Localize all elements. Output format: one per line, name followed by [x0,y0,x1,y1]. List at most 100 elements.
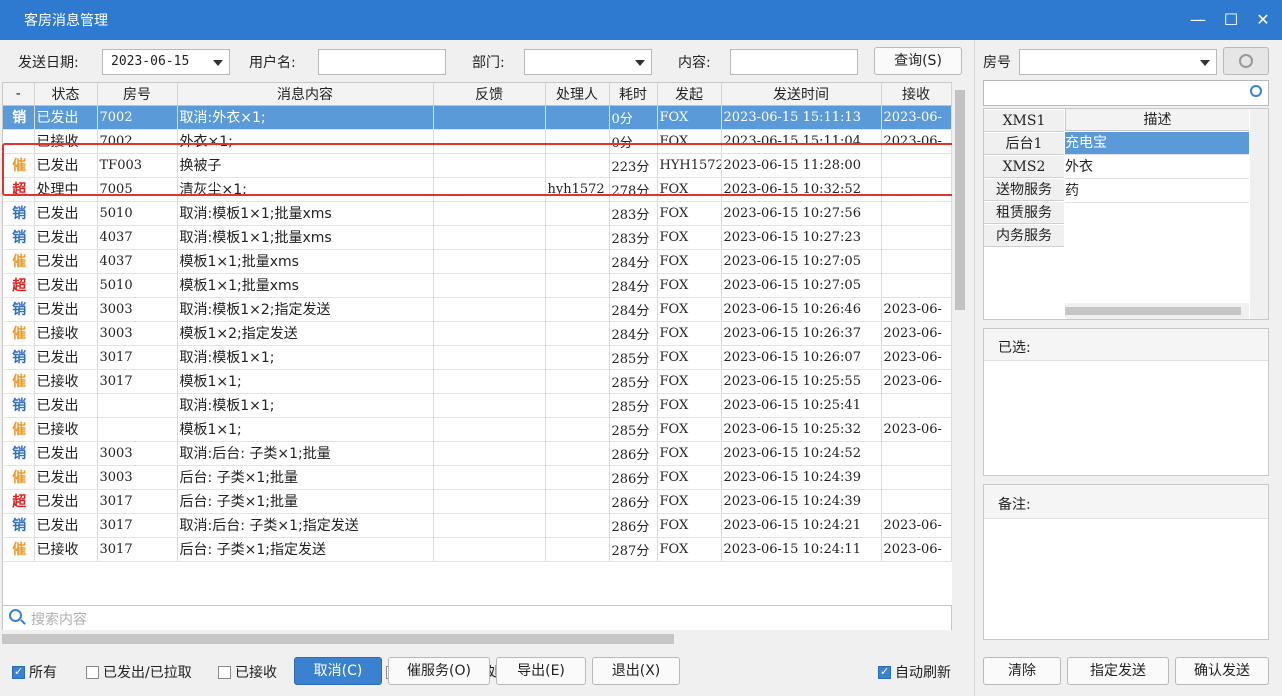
cell-handler [545,513,610,538]
dept-select[interactable] [524,49,652,75]
vertical-scrollbar[interactable] [952,82,968,630]
type-badge: 催 [3,369,35,394]
col-header[interactable]: 发起 [657,83,722,106]
cell-from: FOX [657,441,722,466]
remark-panel[interactable]: 备注: [983,484,1269,640]
cell-recv [881,177,952,202]
table-row[interactable]: 销已发出 3017 取消:模板1×1; 285分 FOX 2023-06-15 10:26… [3,345,952,370]
date-picker[interactable]: 2023-06-15 [102,49,230,75]
table-row[interactable]: 催已接收 3017 模板1×1; 285分 FOX 2023-06-15 10:25:55… [3,369,952,394]
cell-sent: 2023-06-15 10:25:32 [721,417,882,442]
horizontal-scrollbar[interactable] [2,630,952,648]
confirm-send-button[interactable]: 确认发送 [1175,657,1269,685]
vertical-scrollbar[interactable] [1250,109,1268,319]
cell-recv: 2023-06- [881,417,952,442]
table-row[interactable]: 超已发出 3017 后台: 子类×1;批量 286分 FOX 2023-06-15 10:… [3,489,952,514]
category-tab[interactable]: XMS1 [984,110,1064,132]
query-button[interactable]: 查询(S) [874,47,962,75]
category-tab[interactable]: XMS2 [984,156,1064,178]
maximize-button[interactable]: ☐ [1219,8,1243,32]
filter-checkbox[interactable]: 已发出/已拉取 [86,662,192,682]
category-tab[interactable]: 后台1 [984,133,1064,155]
service-item[interactable]: 充电宝 [1065,132,1249,155]
cell-from: FOX [657,417,722,442]
table-row[interactable]: 催已接收 3017 后台: 子类×1;指定发送 287分 FOX 2023-06-15 1… [3,537,952,562]
type-badge: 销 [3,513,35,538]
horizontal-scrollbar[interactable] [1065,303,1249,319]
cell-status: 已发出 [34,513,98,538]
category-tab[interactable]: 送物服务 [984,179,1064,201]
cell-from: FOX [657,321,722,346]
table-row[interactable]: 销已发出 3003 取消:后台: 子类×1;批量 286分 FOX 2023-06-15 … [3,441,952,466]
scroll-thumb[interactable] [955,90,965,310]
cell-sent: 2023-06-15 10:32:52 [721,177,882,202]
col-header[interactable]: 反馈 [433,83,546,106]
table-row[interactable]: 催已发出 3003 后台: 子类×1;批量 286分 FOX 2023-06-15 10:… [3,465,952,490]
cell-content: 模板1×1; [177,417,434,442]
cell-handler [545,249,610,274]
remind-service-button[interactable]: 催服务(O) [388,657,490,685]
cell-sent: 2023-06-15 10:27:05 [721,273,882,298]
exit-button[interactable]: 退出(X) [592,657,680,685]
cell-content: 取消:模板1×1;批量xms [177,201,434,226]
content-label: 内容: [678,55,711,71]
cell-feedback [433,441,546,466]
table-row[interactable]: 销已发出 取消:模板1×1; 285分 FOX 2023-06-15 10:25:41 [3,393,952,418]
service-item[interactable]: 药 [1065,180,1249,203]
col-header[interactable]: 消息内容 [177,83,434,106]
table-row[interactable]: 销已发出 5010 取消:模板1×1;批量xms 283分 FOX 2023-06-15 … [3,201,952,226]
table-row[interactable]: 超已发出 5010 模板1×1;批量xms 284分 FOX 2023-06-15 10:… [3,273,952,298]
scroll-thumb[interactable] [1065,307,1241,315]
col-header[interactable]: - [3,83,35,106]
clear-button[interactable]: 清除 [983,657,1061,685]
chevron-down-icon [1200,60,1210,66]
cell-dur: 286分 [609,513,658,538]
cell-status: 已发出 [34,273,98,298]
filter-checkbox[interactable]: 已接收 [218,662,277,682]
close-button[interactable]: ✕ [1251,8,1275,32]
cell-dur: 283分 [609,201,658,226]
table-row[interactable]: 销已发出 3003 取消:模板1×2;指定发送 284分 FOX 2023-06-15 1… [3,297,952,322]
cell-content: 取消:后台: 子类×1;批量 [177,441,434,466]
table-row[interactable]: 销已发出 4037 取消:模板1×1;批量xms 283分 FOX 2023-06-15 … [3,225,952,250]
history-button[interactable] [1223,47,1269,75]
col-header[interactable]: 接收 [881,83,952,106]
user-input[interactable] [318,49,446,75]
table-row[interactable]: 销已发出 7002 取消:外衣×1; 0分 FOX 2023-06-15 15:11:13… [3,105,952,130]
cell-dur: 278分 [609,177,658,202]
cell-handler [545,201,610,226]
table-row[interactable]: 催已发出 TF003 换被子 223分 HYH1572 2023-06-15 11:28:… [3,153,952,178]
col-header[interactable]: 状态 [34,83,98,106]
filter-checkbox[interactable]: 所有 [12,662,57,682]
cell-recv: 2023-06- [881,537,952,562]
cell-recv [881,441,952,466]
table-row[interactable]: 催已接收 3003 模板1×2;指定发送 284分 FOX 2023-06-15 10:2… [3,321,952,346]
item-search-input[interactable] [983,80,1269,106]
col-header[interactable]: 耗时 [609,83,658,106]
service-item[interactable]: 外衣 [1065,156,1249,179]
export-button[interactable]: 导出(E) [496,657,586,685]
table-row[interactable]: 已接收 7002 外衣×1; 0分 FOX 2023-06-15 15:11:04 2023… [3,129,952,154]
cancel-button[interactable]: 取消(C) [294,657,382,685]
category-tab[interactable]: 内务服务 [984,225,1064,247]
scroll-thumb[interactable] [2,634,674,644]
search-placeholder: 搜索内容 [31,612,87,628]
col-header[interactable]: 房号 [97,83,178,106]
chevron-down-icon [635,60,645,66]
table-search[interactable]: 搜索内容 [2,605,952,631]
message-table[interactable]: - 状态 房号 消息内容 反馈 处理人 耗时 发起 发送时间 接收 销已发出 70… [2,82,968,606]
table-row[interactable]: 催已接收 模板1×1; 285分 FOX 2023-06-15 10:25:32 2023… [3,417,952,442]
cell-room: 4037 [97,225,178,250]
table-row[interactable]: 销已发出 3017 取消:后台: 子类×1;指定发送 286分 FOX 2023-06-1… [3,513,952,538]
col-header[interactable]: 发送时间 [721,83,882,106]
room-select[interactable] [1019,49,1217,75]
category-tab[interactable]: 租赁服务 [984,202,1064,224]
assign-send-button[interactable]: 指定发送 [1067,657,1169,685]
col-header[interactable]: 处理人 [545,83,610,106]
table-row[interactable]: 催已发出 4037 模板1×1;批量xms 284分 FOX 2023-06-15 10:… [3,249,952,274]
cell-handler [545,489,610,514]
table-row[interactable]: 超处理中 7005 清灰尘×1; hyh1572 278分 FOX 2023-06-15 1… [3,177,952,202]
minimize-button[interactable]: — [1186,8,1210,32]
content-input[interactable] [730,49,858,75]
auto-refresh-checkbox[interactable]: 自动刷新 [878,662,951,682]
